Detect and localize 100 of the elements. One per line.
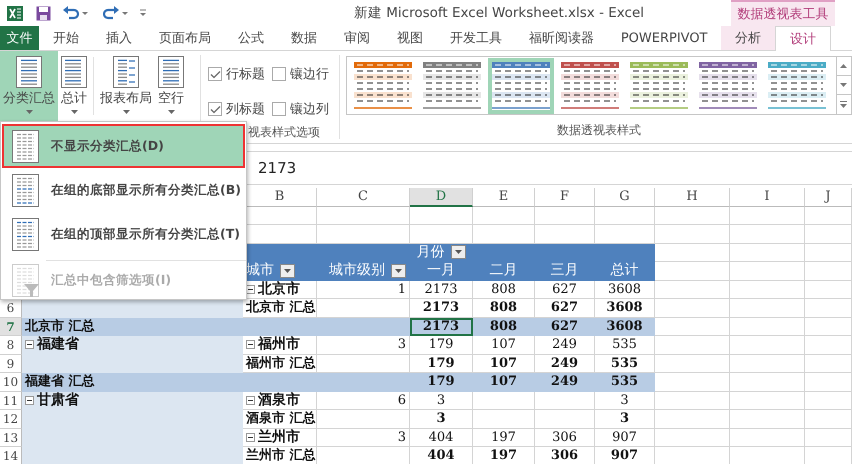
subtotal-layout-icon — [12, 130, 39, 162]
table-cell — [805, 392, 852, 410]
ribbon-tab[interactable]: 开发工具 — [436, 26, 516, 50]
layout-icon — [113, 56, 139, 88]
file-tab[interactable]: 文件 — [0, 26, 40, 50]
row-header[interactable]: 7 — [0, 318, 22, 336]
table-cell: 3 — [317, 428, 410, 447]
table-cell — [535, 392, 595, 410]
table-cell: 2173 — [410, 280, 473, 299]
column-header[interactable]: E — [473, 188, 535, 206]
caret-icon — [168, 110, 174, 114]
table-cell — [805, 354, 852, 373]
layout-icon — [158, 56, 184, 88]
checkbox-label: 镶边行 — [290, 66, 330, 83]
collapse-icon[interactable] — [246, 340, 255, 350]
table-cell: 249 — [535, 373, 595, 392]
table-cell: 兰州市 汇总 — [243, 447, 317, 464]
group-label: 数据透视表样式 — [556, 122, 641, 139]
table-cell: 3 — [410, 410, 473, 428]
table-cell: 808 — [473, 280, 535, 299]
group-label: 视表样式选项 — [248, 124, 322, 141]
caret-icon — [395, 268, 402, 273]
table-cell — [805, 373, 852, 392]
table-cell: 404 — [410, 447, 473, 464]
checkbox[interactable] — [272, 67, 286, 81]
ribbon-tab[interactable]: 审阅 — [330, 26, 384, 50]
ribbon-tab[interactable]: 设计 — [775, 26, 831, 51]
ribbon-tab[interactable]: 视图 — [383, 26, 436, 50]
redo-icon[interactable] — [103, 6, 129, 20]
table-cell: 907 — [595, 447, 655, 464]
table-cell — [473, 392, 535, 410]
ribbon-button[interactable]: 总计 — [58, 51, 90, 124]
customize-icon[interactable] — [139, 9, 147, 17]
table-cell: 3 — [595, 392, 655, 410]
ribbon-button[interactable]: 分类汇总 — [0, 51, 58, 124]
column-header[interactable]: G — [595, 188, 655, 206]
table-cell: 907 — [595, 428, 655, 447]
ribbon-button[interactable]: 空行 — [155, 51, 187, 124]
ribbon-tab[interactable]: 数据 — [277, 26, 330, 50]
subtotal-layout-icon — [12, 264, 39, 296]
table-cell: 三月 — [535, 262, 595, 280]
checkbox[interactable] — [272, 102, 286, 116]
table-style-thumbnail[interactable] — [488, 58, 554, 114]
table-cell[interactable]: 2173 — [410, 318, 473, 336]
window-title: 新建 Microsoft Excel Worksheet.xlsx - Excel — [352, 4, 646, 22]
table-cell: 3 — [595, 410, 655, 428]
table-cell: 179 — [410, 336, 473, 354]
ribbon-tab[interactable]: 插入 — [92, 26, 146, 50]
column-header[interactable]: H — [655, 188, 730, 206]
ribbon-tab[interactable]: 分析 — [721, 26, 775, 50]
table-cell: 总计 — [595, 262, 655, 280]
table-cell — [805, 280, 852, 299]
ribbon-tab[interactable]: 页面布局 — [145, 26, 224, 50]
table-cell: 107 — [473, 336, 535, 354]
collapse-icon[interactable] — [246, 284, 255, 294]
collapse-icon[interactable] — [246, 432, 255, 442]
table-cell — [805, 262, 852, 280]
filter-button[interactable] — [391, 264, 406, 278]
checkbox[interactable] — [208, 102, 222, 116]
save-icon[interactable] — [36, 6, 51, 20]
caret-icon — [840, 83, 848, 87]
ribbon-tab[interactable]: 福昕阅读器 — [515, 26, 608, 50]
spreadsheet-icon — [7, 6, 23, 20]
ribbon-tab[interactable]: POWERPIVOT — [607, 26, 721, 50]
context-tab-label: 数据透视表工具 — [731, 0, 835, 26]
filter-button[interactable] — [450, 245, 466, 260]
ribbon-tab[interactable]: 开始 — [39, 26, 92, 50]
collapse-icon[interactable] — [25, 340, 34, 350]
checkbox[interactable] — [208, 67, 222, 81]
table-cell — [805, 225, 852, 244]
collapse-icon[interactable] — [25, 396, 34, 405]
column-header[interactable]: I — [730, 188, 805, 206]
menu-item[interactable]: 不显示分类汇总(D) — [2, 124, 245, 168]
ribbon-tab[interactable]: 公式 — [224, 26, 278, 50]
column-header[interactable]: C — [317, 188, 410, 206]
table-cell: 1 — [317, 280, 410, 299]
table-cell — [805, 336, 852, 354]
table-cell — [805, 206, 852, 225]
layout-icon — [61, 56, 87, 88]
table-cell: 197 — [473, 447, 535, 464]
table-cell — [535, 206, 595, 225]
table-cell — [595, 206, 655, 225]
table-cell — [410, 206, 473, 225]
collapse-icon[interactable] — [246, 396, 255, 405]
table-cell: 107 — [473, 373, 535, 392]
undo-icon[interactable] — [63, 6, 89, 20]
table-cell: 535 — [595, 373, 655, 392]
cell-text: 甘肃省 — [37, 392, 79, 409]
column-header[interactable]: D — [410, 188, 473, 206]
table-cell — [535, 410, 595, 428]
subtotal-layout-icon — [12, 218, 39, 250]
table-cell: 福建省 汇总 — [22, 373, 243, 392]
column-header[interactable]: F — [535, 188, 595, 206]
filter-button[interactable] — [280, 264, 295, 278]
subtotal-layout-icon — [12, 174, 39, 206]
table-cell: 3608 — [595, 280, 655, 299]
column-header[interactable]: J — [805, 188, 852, 206]
table-cell: 627 — [535, 318, 595, 336]
table-cell: 3 — [410, 392, 473, 410]
table-cell: 808 — [473, 318, 535, 336]
